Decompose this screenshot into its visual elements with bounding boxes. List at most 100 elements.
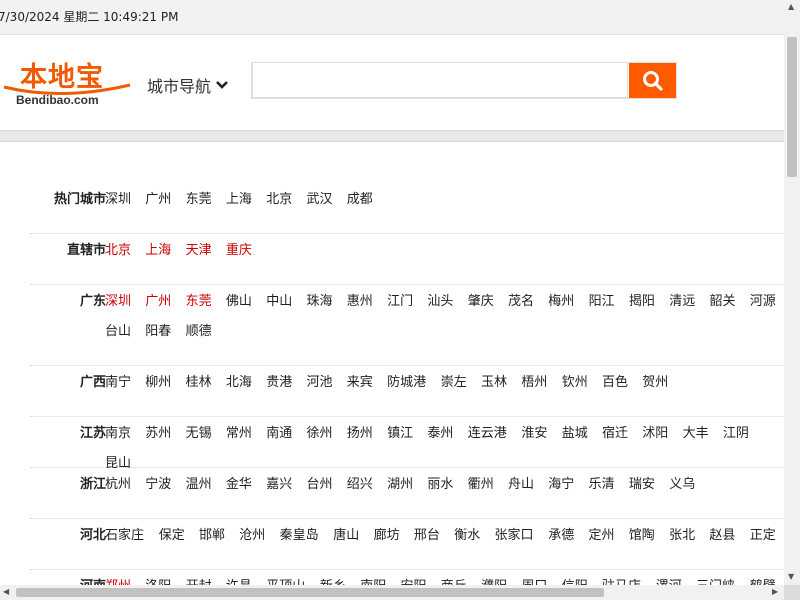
scroll-left-icon[interactable]: ◀: [3, 587, 9, 596]
city-link[interactable]: 南京: [105, 422, 131, 441]
city-link[interactable]: 义乌: [669, 473, 695, 492]
city-link[interactable]: 清远: [669, 290, 695, 309]
city-link[interactable]: 南宁: [105, 371, 131, 390]
city-link[interactable]: 上海: [226, 188, 252, 207]
city-link[interactable]: 杭州: [105, 473, 131, 492]
city-link[interactable]: 河池: [307, 371, 333, 390]
city-link[interactable]: 梧州: [521, 371, 547, 390]
city-link[interactable]: 张家口: [495, 524, 534, 543]
city-link[interactable]: 石家庄: [105, 524, 144, 543]
city-link[interactable]: 扬州: [347, 422, 373, 441]
scroll-right-icon[interactable]: ▶: [772, 587, 778, 596]
site-logo[interactable]: 本地宝 Bendibao.com: [2, 55, 131, 127]
city-link[interactable]: 绍兴: [347, 473, 373, 492]
city-link[interactable]: 北京: [105, 239, 131, 258]
horizontal-scrollbar[interactable]: ◀ ▶: [0, 585, 784, 600]
city-link[interactable]: 贵港: [266, 371, 292, 390]
city-link[interactable]: 瑞安: [629, 473, 655, 492]
city-link[interactable]: 郑州: [105, 575, 131, 585]
city-link[interactable]: 平顶山: [266, 575, 305, 585]
city-link[interactable]: 无锡: [186, 422, 212, 441]
city-link[interactable]: 百色: [602, 371, 628, 390]
city-link[interactable]: 柳州: [145, 371, 171, 390]
city-link[interactable]: 秦皇岛: [280, 524, 319, 543]
city-link[interactable]: 阳春: [145, 320, 171, 339]
city-link[interactable]: 嘉兴: [266, 473, 292, 492]
city-link[interactable]: 广州: [145, 188, 171, 207]
city-link[interactable]: 宿迁: [602, 422, 628, 441]
city-link[interactable]: 钦州: [562, 371, 588, 390]
city-link[interactable]: 广州: [145, 290, 171, 309]
city-link[interactable]: 唐山: [333, 524, 359, 543]
city-link[interactable]: 漯河: [656, 575, 682, 585]
city-link[interactable]: 茂名: [508, 290, 534, 309]
city-link[interactable]: 镇江: [387, 422, 413, 441]
city-link[interactable]: 东莞: [186, 290, 212, 309]
city-link[interactable]: 张北: [669, 524, 695, 543]
city-link[interactable]: 衢州: [468, 473, 494, 492]
city-link[interactable]: 玉林: [481, 371, 507, 390]
city-link[interactable]: 重庆: [226, 239, 252, 258]
city-link[interactable]: 珠海: [307, 290, 333, 309]
city-link[interactable]: 深圳: [105, 188, 131, 207]
city-link[interactable]: 汕头: [427, 290, 453, 309]
city-link[interactable]: 许昌: [226, 575, 252, 585]
city-link[interactable]: 来宾: [347, 371, 373, 390]
city-nav-dropdown[interactable]: 城市导航: [147, 73, 229, 97]
scroll-down-icon[interactable]: ▼: [788, 572, 794, 581]
scroll-up-icon[interactable]: ▲: [788, 2, 794, 11]
city-link[interactable]: 定州: [589, 524, 615, 543]
city-link[interactable]: 上海: [145, 239, 171, 258]
city-link[interactable]: 宁波: [145, 473, 171, 492]
city-link[interactable]: 沭阳: [642, 422, 668, 441]
city-link[interactable]: 苏州: [145, 422, 171, 441]
city-link[interactable]: 保定: [159, 524, 185, 543]
search-input[interactable]: [252, 62, 628, 98]
city-link[interactable]: 天津: [186, 239, 212, 258]
city-link[interactable]: 海宁: [548, 473, 574, 492]
city-link[interactable]: 正定: [750, 524, 776, 543]
city-link[interactable]: 崇左: [441, 371, 467, 390]
city-link[interactable]: 新乡: [320, 575, 346, 585]
city-link[interactable]: 开封: [186, 575, 212, 585]
city-link[interactable]: 阳江: [589, 290, 615, 309]
horizontal-scroll-thumb[interactable]: [16, 588, 604, 597]
city-link[interactable]: 肇庆: [468, 290, 494, 309]
city-link[interactable]: 南通: [266, 422, 292, 441]
city-link[interactable]: 赵县: [709, 524, 735, 543]
city-link[interactable]: 邢台: [414, 524, 440, 543]
city-link[interactable]: 贺州: [642, 371, 668, 390]
city-link[interactable]: 淮安: [521, 422, 547, 441]
city-link[interactable]: 连云港: [468, 422, 507, 441]
city-link[interactable]: 泰州: [427, 422, 453, 441]
city-link[interactable]: 馆陶: [629, 524, 655, 543]
city-link[interactable]: 武汉: [307, 188, 333, 207]
city-link[interactable]: 沧州: [239, 524, 265, 543]
city-link[interactable]: 中山: [266, 290, 292, 309]
city-link[interactable]: 顺德: [186, 320, 212, 339]
city-link[interactable]: 深圳: [105, 290, 131, 309]
city-link[interactable]: 驻马店: [602, 575, 641, 585]
search-button[interactable]: [629, 63, 676, 98]
city-link[interactable]: 台山: [105, 320, 131, 339]
city-link[interactable]: 北海: [226, 371, 252, 390]
city-link[interactable]: 北京: [266, 188, 292, 207]
city-link[interactable]: 南阳: [360, 575, 386, 585]
city-link[interactable]: 乐清: [589, 473, 615, 492]
city-link[interactable]: 成都: [347, 188, 373, 207]
city-link[interactable]: 舟山: [508, 473, 534, 492]
city-link[interactable]: 桂林: [186, 371, 212, 390]
city-link[interactable]: 廊坊: [374, 524, 400, 543]
city-link[interactable]: 周口: [521, 575, 547, 585]
city-link[interactable]: 信阳: [562, 575, 588, 585]
city-link[interactable]: 三门峡: [696, 575, 735, 585]
city-link[interactable]: 惠州: [347, 290, 373, 309]
city-link[interactable]: 防城港: [387, 371, 426, 390]
city-link[interactable]: 佛山: [226, 290, 252, 309]
city-link[interactable]: 湖州: [387, 473, 413, 492]
vertical-scrollbar[interactable]: ▲ ▼: [784, 0, 800, 585]
city-link[interactable]: 承德: [548, 524, 574, 543]
city-link[interactable]: 河源: [750, 290, 776, 309]
city-link[interactable]: 洛阳: [145, 575, 171, 585]
city-link[interactable]: 徐州: [307, 422, 333, 441]
